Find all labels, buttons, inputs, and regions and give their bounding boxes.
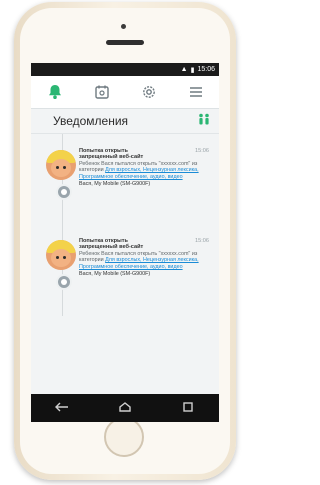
device-badge-icon xyxy=(56,184,72,200)
back-icon[interactable] xyxy=(55,399,69,417)
notification-device: Вася, My Mobile (SM-G900F) xyxy=(79,181,151,188)
page-title: Уведомления xyxy=(53,114,129,128)
recents-icon[interactable] xyxy=(181,399,195,417)
notification-item[interactable]: 15:06 Попытка открыть запрещенный веб-са… xyxy=(31,230,219,316)
home-button[interactable] xyxy=(104,417,144,457)
notification-text: Ребенок Вася пытался открыть "xxxxxx.com… xyxy=(79,160,199,180)
earpiece-speaker xyxy=(106,40,144,45)
notification-item[interactable]: 15:06 Попытка открыть запрещенный веб-са… xyxy=(31,140,219,226)
signal-icon: ▲ xyxy=(180,66,188,73)
notification-device: Вася, My Mobile (SM-G900F) xyxy=(79,271,151,278)
status-bar: ▲ ▮ 15:06 xyxy=(31,63,219,76)
page-header: Уведомления xyxy=(31,109,219,134)
home-nav-icon[interactable] xyxy=(118,399,132,417)
menu-icon[interactable] xyxy=(185,81,207,103)
phone-screen: ▲ ▮ 15:06 Уведомления 15:06 Попытка откр… xyxy=(31,63,219,422)
notification-text: Ребенок Вася пытался открыть "xxxxxx.com… xyxy=(79,250,199,270)
device-badge-icon xyxy=(56,274,72,290)
notification-time: 15:06 xyxy=(195,238,209,244)
app-toolbar xyxy=(31,76,219,109)
notification-title: Попытка открыть запрещенный веб-сайт xyxy=(79,238,144,251)
notification-title: Попытка открыть запрещенный веб-сайт xyxy=(79,148,144,161)
gear-icon[interactable] xyxy=(138,81,160,103)
notification-time: 15:06 xyxy=(195,148,209,154)
avatar xyxy=(46,240,76,270)
avatar xyxy=(46,150,76,180)
status-time: 15:06 xyxy=(197,66,215,73)
bell-icon[interactable] xyxy=(44,81,66,103)
front-camera xyxy=(121,24,126,29)
battery-icon: ▮ xyxy=(190,66,195,74)
notification-feed: 15:06 Попытка открыть запрещенный веб-са… xyxy=(31,134,219,316)
android-nav-bar xyxy=(31,394,219,422)
calendar-icon[interactable] xyxy=(91,81,113,103)
family-icon[interactable] xyxy=(197,112,211,130)
